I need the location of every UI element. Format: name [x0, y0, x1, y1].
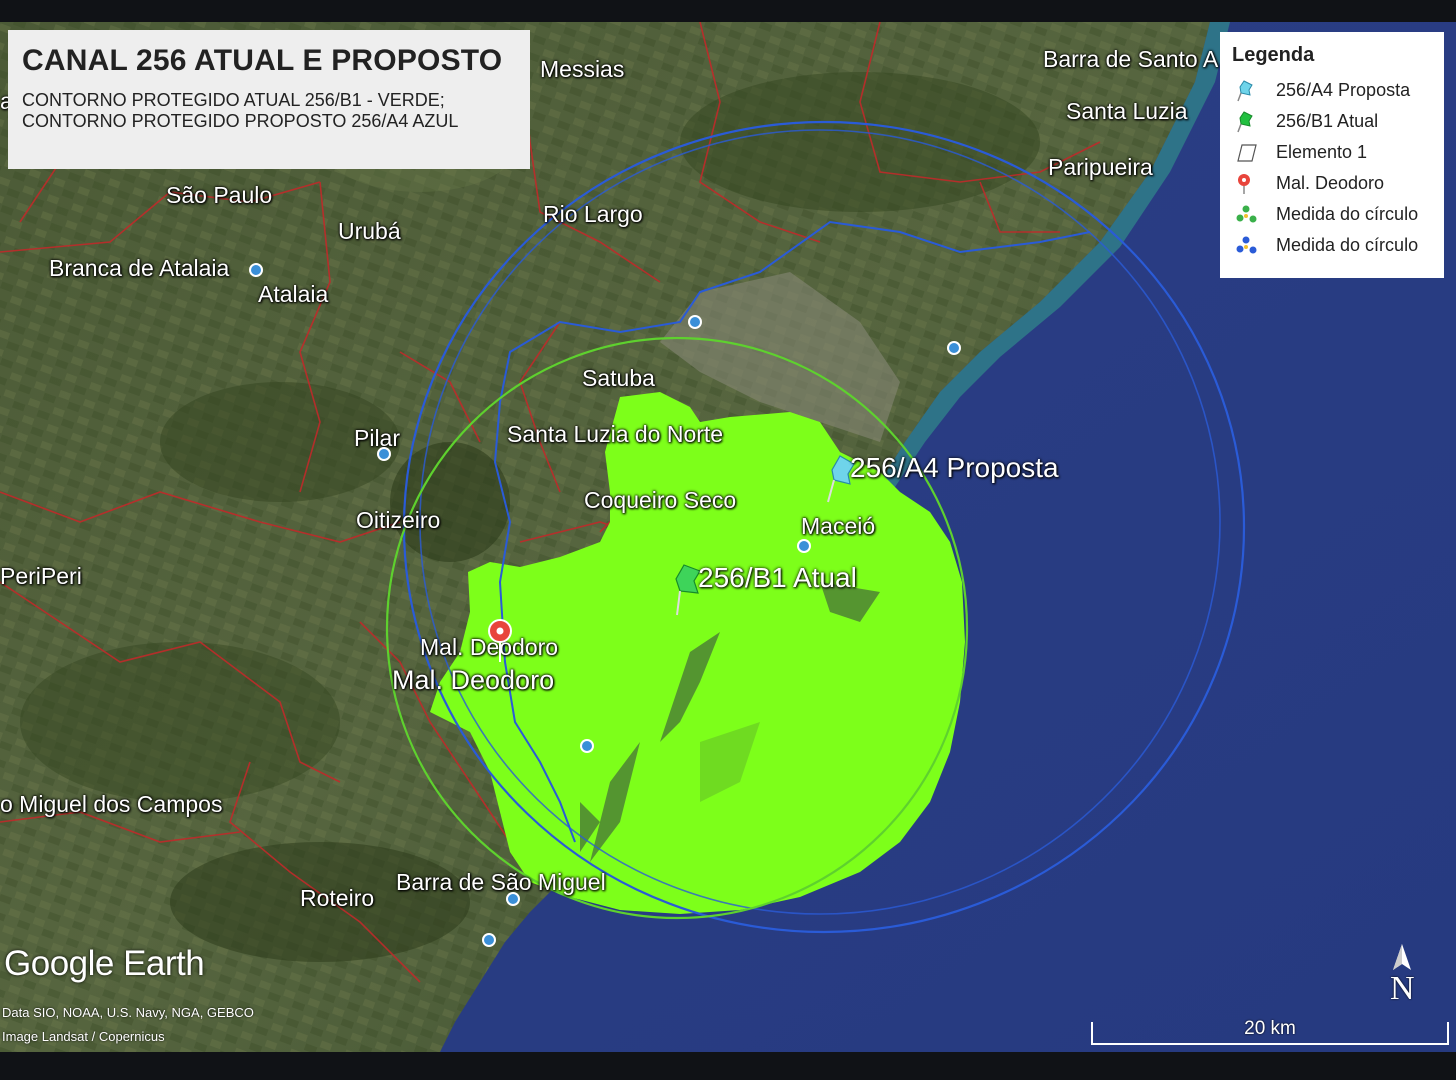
legend-item-label: Elemento 1 — [1276, 142, 1368, 162]
red-placemark-icon — [1232, 173, 1276, 195]
polygon-outline-icon — [1232, 143, 1276, 163]
subtitle-line-1: CONTORNO PROTEGIDO ATUAL 256/B1 - VERDE; — [22, 90, 445, 110]
city-pin-icon — [506, 892, 520, 906]
legend-item-mal-deodoro[interactable]: Mal. Deodoro — [1232, 168, 1432, 199]
city-pin-icon — [482, 933, 496, 947]
legend-item-green-circle[interactable]: Medida do círculo — [1232, 199, 1432, 230]
north-label: N — [1390, 970, 1415, 1007]
data-credit: Data SIO, NOAA, U.S. Navy, NGA, GEBCO — [2, 1005, 254, 1020]
image-credit: Image Landsat / Copernicus — [2, 1029, 165, 1044]
legend-item-label: 256/B1 Atual — [1276, 111, 1379, 131]
legend-item-proposed[interactable]: 256/A4 Proposta — [1232, 75, 1432, 106]
city-pin-icon — [688, 315, 702, 329]
subtitle-line-2: CONTORNO PROTEGIDO PROPOSTO 256/A4 AZUL — [22, 111, 459, 131]
scale-label: 20 km — [1244, 1018, 1296, 1039]
current-marker-label[interactable]: 256/B1 Atual — [698, 562, 857, 594]
legend-item-label: Mal. Deodoro — [1276, 173, 1385, 193]
cyan-pushpin-icon — [1232, 79, 1276, 102]
title-panel: CANAL 256 ATUAL E PROPOSTO CONTORNO PROT… — [8, 30, 530, 169]
legend-item-element[interactable]: Elemento 1 — [1232, 137, 1432, 168]
scale-bar: 20 km — [1091, 1018, 1449, 1044]
green-pushpin-icon — [675, 564, 701, 616]
viewer-frame: Messias Barra de Santo A Santa Luzia Par… — [0, 0, 1456, 1080]
satellite-map[interactable]: Messias Barra de Santo A Santa Luzia Par… — [0, 22, 1456, 1052]
legend-item-blue-circle[interactable]: Medida do círculo — [1232, 230, 1432, 261]
google-earth-logo: Google Earth — [4, 944, 205, 983]
legend-item-label: Medida do círculo — [1276, 204, 1419, 224]
city-pin-icon — [377, 447, 391, 461]
city-pin-icon — [797, 539, 811, 553]
blue-circle-measure-icon — [1232, 236, 1276, 256]
legend-item-label: Medida do círculo — [1276, 235, 1419, 255]
city-pin-icon — [249, 263, 263, 277]
city-pin-icon — [580, 739, 594, 753]
legend-item-current[interactable]: 256/B1 Atual — [1232, 106, 1432, 137]
legend-heading: Legenda — [1232, 44, 1315, 66]
legend-panel: Legenda 256/A4 Proposta 256/B1 Atual Ele… — [1220, 32, 1444, 278]
legend-item-label: 256/A4 Proposta — [1276, 80, 1411, 100]
map-title: CANAL 256 ATUAL E PROPOSTO — [22, 44, 503, 77]
green-circle-measure-icon — [1232, 205, 1276, 225]
green-pushpin-icon — [1232, 110, 1276, 133]
proposed-marker-label[interactable]: 256/A4 Proposta — [850, 452, 1059, 484]
red-placemark-icon — [488, 619, 512, 662]
north-compass[interactable]: N — [1384, 940, 1424, 1010]
city-pin-icon — [947, 341, 961, 355]
